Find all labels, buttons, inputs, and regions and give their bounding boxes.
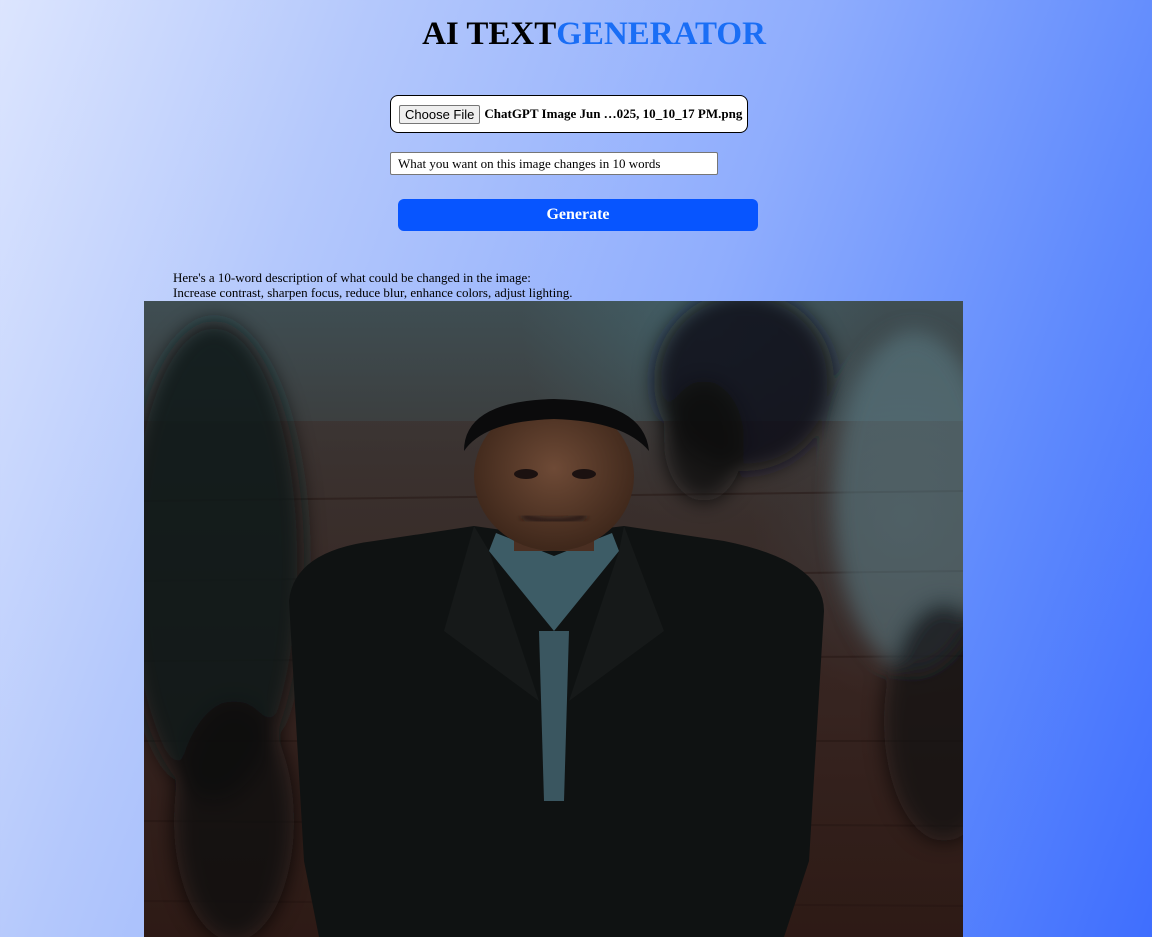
uploaded-image-preview	[144, 301, 963, 937]
page-title: AI TEXTGENERATOR	[0, 16, 1152, 53]
file-upload-box[interactable]: Choose File ChatGPT Image Jun …025, 10_1…	[390, 95, 748, 133]
generate-button[interactable]: Generate	[398, 199, 758, 231]
choose-file-button[interactable]: Choose File	[399, 104, 481, 124]
selected-file-name: ChatGPT Image Jun …025, 10_10_17 PM.png	[484, 106, 743, 121]
result-description-line: Increase contrast, sharpen focus, reduce…	[173, 285, 573, 300]
prompt-input[interactable]	[390, 152, 718, 175]
result-intro-line: Here's a 10-word description of what cou…	[173, 270, 531, 285]
portrait-photo	[144, 301, 963, 937]
result-text: Here's a 10-word description of what cou…	[173, 270, 572, 300]
title-part-ai-text: AI TEXT	[422, 16, 557, 52]
title-part-generator: GENERATOR	[556, 16, 766, 52]
